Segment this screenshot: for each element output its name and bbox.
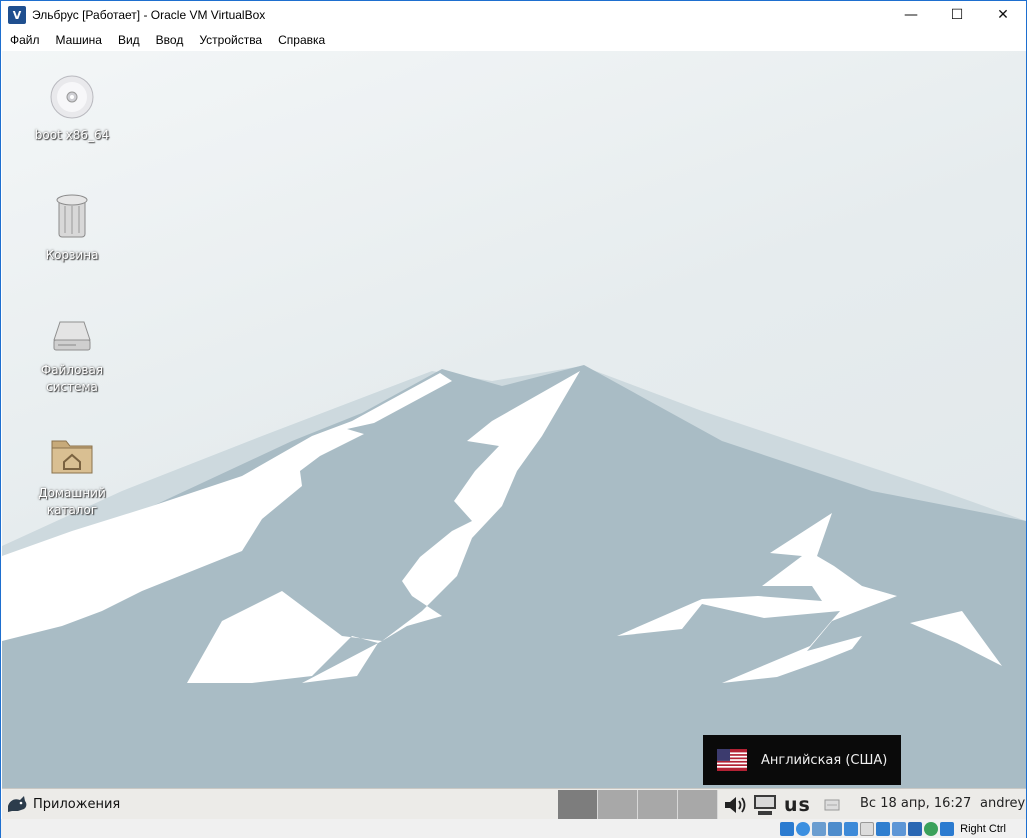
workspace-3[interactable] <box>638 790 678 819</box>
cpu-icon[interactable] <box>908 821 923 836</box>
system-tray: us <box>722 789 841 820</box>
desktop-icon-boot[interactable]: boot x86_64 <box>24 73 120 144</box>
minimize-button[interactable]: — <box>888 1 934 29</box>
hdd-icon[interactable] <box>780 821 795 836</box>
us-flag-icon <box>717 749 747 771</box>
guest-desktop[interactable]: boot x86_64 Корзина Файловая система Дом… <box>2 51 1026 788</box>
recording-icon[interactable] <box>892 821 907 836</box>
keyboard-layout-osd: Английская (США) <box>703 735 901 785</box>
audio-icon[interactable] <box>812 821 827 836</box>
notification-icon[interactable] <box>823 798 841 812</box>
maximize-button[interactable]: ☐ <box>934 1 980 29</box>
user-name[interactable]: andrey <box>980 796 1025 811</box>
optical-icon[interactable] <box>796 821 811 836</box>
home-folder-icon <box>51 440 93 474</box>
display-icon[interactable] <box>876 821 891 836</box>
applications-label: Приложения <box>33 796 121 812</box>
desktop-icon-label: Корзина <box>45 248 99 262</box>
trash-icon <box>56 194 88 238</box>
host-key-label[interactable]: Right Ctrl <box>960 823 1006 835</box>
network-status-icon[interactable] <box>828 821 843 836</box>
close-button[interactable]: ✕ <box>980 1 1026 29</box>
virtualbox-app-icon: V <box>8 6 26 24</box>
xfce-mouse-icon <box>8 796 27 812</box>
minimize-icon: — <box>904 7 918 23</box>
network-icon[interactable] <box>752 793 778 817</box>
workspace-switcher <box>558 790 718 819</box>
menu-help[interactable]: Справка <box>278 33 325 47</box>
mountain-wallpaper <box>2 365 1026 788</box>
clock[interactable]: Вс 18 апр, 16:27 <box>860 796 971 811</box>
menu-view[interactable]: Вид <box>118 33 140 47</box>
desktop-icon-label: Домашний каталог <box>38 486 106 517</box>
close-icon: ✕ <box>997 7 1009 23</box>
osd-layout-label: Английская (США) <box>761 752 888 768</box>
shared-folder-icon[interactable] <box>860 821 875 836</box>
drive-icon <box>53 321 91 351</box>
workspace-1[interactable] <box>558 790 598 819</box>
menu-input[interactable]: Ввод <box>156 33 184 47</box>
title-bar[interactable]: V Эльбрус [Работает] - Oracle VM Virtual… <box>1 1 1026 29</box>
menu-devices[interactable]: Устройства <box>199 33 262 47</box>
mouse-integration-icon[interactable] <box>924 821 939 836</box>
virtualbox-status-bar: Right Ctrl <box>1 819 1026 838</box>
menu-bar: Файл Машина Вид Ввод Устройства Справка <box>1 29 1026 51</box>
maximize-icon: ☐ <box>950 7 964 23</box>
virtualbox-window: V Эльбрус [Работает] - Oracle VM Virtual… <box>0 0 1027 838</box>
xfce-panel: Приложения us Вс 18 апр, 16:27 andrey <box>2 788 1026 819</box>
desktop-icon-filesystem[interactable]: Файловая система <box>24 316 120 396</box>
keyboard-capture-icon[interactable] <box>940 821 955 836</box>
menu-machine[interactable]: Машина <box>56 33 102 47</box>
desktop-icon-label: boot x86_64 <box>34 128 110 142</box>
desktop-icon-home[interactable]: Домашний каталог <box>24 431 120 519</box>
volume-icon[interactable] <box>722 794 748 816</box>
desktop-icon-trash[interactable]: Корзина <box>24 191 120 264</box>
window-title: Эльбрус [Работает] - Oracle VM VirtualBo… <box>32 8 266 22</box>
desktop-icon-label: Файловая система <box>40 363 104 394</box>
menu-file[interactable]: Файл <box>10 33 40 47</box>
usb-icon[interactable] <box>844 821 859 836</box>
workspace-2[interactable] <box>598 790 638 819</box>
applications-menu-button[interactable]: Приложения <box>2 789 132 820</box>
workspace-4[interactable] <box>678 790 718 819</box>
cdrom-icon <box>50 75 94 119</box>
keyboard-layout-indicator[interactable]: us <box>784 794 811 816</box>
